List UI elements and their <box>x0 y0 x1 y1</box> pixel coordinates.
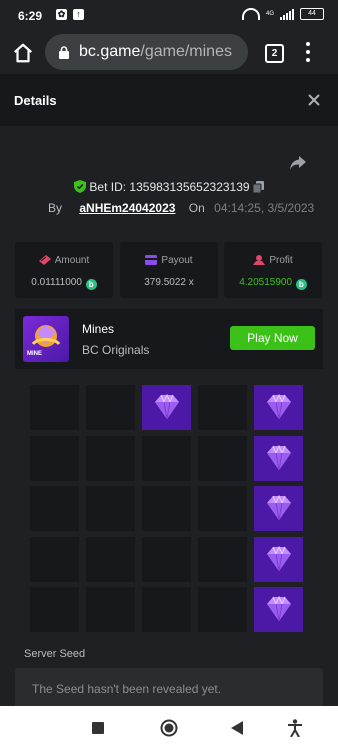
mine-tile <box>198 536 247 582</box>
mine-tile <box>86 587 135 632</box>
bet-id: Bet ID: 135983135652323139 <box>89 180 250 194</box>
mine-tile-gem <box>142 385 191 430</box>
amount-label-row: Amount <box>15 255 113 266</box>
amount-icon <box>38 255 51 265</box>
settings-notification-icon: ✿ <box>56 9 67 20</box>
mine-tile <box>142 486 191 531</box>
url-path: /game/mines <box>140 43 232 60</box>
network-type: 4G <box>265 11 274 17</box>
profit-value: 4.20515900 <box>239 277 293 288</box>
mine-tile <box>142 435 191 481</box>
diamond-icon <box>267 545 291 571</box>
bet-id-row: Bet ID: 135983135652323139 <box>0 180 338 194</box>
by-label: By <box>48 201 63 215</box>
tab-switcher-button[interactable]: 2 <box>265 44 284 63</box>
diamond-icon <box>155 393 179 420</box>
browser-menu-button[interactable] <box>304 42 312 62</box>
mine-tile <box>198 435 247 481</box>
coin-icon: b <box>295 279 307 290</box>
game-card: MINE Mines BC Originals Play Now <box>15 309 323 369</box>
mine-tile <box>30 435 79 481</box>
server-seed-text: The Seed hasn't been revealed yet. <box>32 682 222 696</box>
username-link[interactable]: aNHEm24042023 <box>79 201 175 215</box>
signal-icon <box>280 8 294 20</box>
copy-icon[interactable] <box>252 181 264 193</box>
url-host: bc.game <box>79 43 141 60</box>
mine-tile-gem <box>254 486 303 531</box>
status-bar: 6:29 ✿ ↑ 4G 44 <box>0 0 338 32</box>
amount-label: Amount <box>54 255 90 266</box>
upload-notification-icon: ↑ <box>73 9 84 20</box>
on-label: On <box>188 201 205 215</box>
mine-tile-gem <box>254 435 303 481</box>
game-thumbnail-text: MINE <box>27 351 42 357</box>
shield-icon <box>74 180 87 193</box>
amount-stat: Amount 0.01111000 b <box>15 242 113 298</box>
game-provider: BC Originals <box>82 343 150 357</box>
payout-icon <box>145 255 158 265</box>
mine-tile <box>30 536 79 582</box>
bet-author-row: By aNHEm24042023 On 04:14:25, 3/5/2023 <box>48 201 314 215</box>
address-bar[interactable]: bc.game/game/mines <box>45 34 248 70</box>
profit-icon <box>253 255 266 265</box>
server-seed-field[interactable]: The Seed hasn't been revealed yet. <box>15 668 323 708</box>
diamond-icon <box>267 494 291 521</box>
profit-value-row: 4.20515900 b <box>224 277 322 290</box>
profit-stat: Profit 4.20515900 b <box>224 242 322 298</box>
wifi-icon <box>241 8 260 20</box>
diamond-icon <box>267 444 291 470</box>
home-nav-icon[interactable] <box>160 719 178 737</box>
mine-tile <box>30 385 79 430</box>
payout-label: Payout <box>161 255 193 266</box>
panel-title: Details <box>14 93 57 108</box>
mines-board <box>30 385 306 632</box>
mine-tile <box>142 536 191 582</box>
mine-tile-gem <box>254 536 303 582</box>
coin-icon: b <box>85 279 97 290</box>
mine-tile <box>30 486 79 531</box>
status-time: 6:29 <box>18 9 43 23</box>
share-icon[interactable] <box>289 155 307 171</box>
mine-tile <box>30 587 79 632</box>
amount-value: 0.01111000 <box>31 277 82 288</box>
accessibility-icon[interactable] <box>288 719 302 737</box>
home-icon[interactable] <box>12 42 34 64</box>
game-thumbnail[interactable]: MINE <box>23 316 69 362</box>
battery-icon: 44 <box>300 8 324 20</box>
amount-value-row: 0.01111000 b <box>15 277 113 290</box>
profit-label: Profit <box>269 255 293 266</box>
mine-tile <box>86 536 135 582</box>
diamond-icon <box>267 393 291 420</box>
bet-datetime: 04:14:25, 3/5/2023 <box>214 201 315 215</box>
server-seed-label: Server Seed <box>24 648 86 660</box>
system-navigation-bar <box>0 706 338 750</box>
close-icon[interactable] <box>306 92 322 108</box>
game-name: Mines <box>82 322 115 336</box>
back-icon[interactable] <box>231 721 243 735</box>
payout-value: 379.5022 x <box>144 277 194 288</box>
play-now-button[interactable]: Play Now <box>230 326 315 350</box>
details-header: Details <box>0 74 338 126</box>
mine-tile-gem <box>254 587 303 632</box>
browser-toolbar: bc.game/game/mines 2 <box>0 32 338 74</box>
mine-tile <box>198 385 247 430</box>
mine-tile-gem <box>254 385 303 430</box>
payout-stat: Payout 379.5022 x <box>120 242 218 298</box>
diamond-icon <box>267 595 291 622</box>
lock-icon <box>59 45 69 59</box>
mine-tile <box>86 435 135 481</box>
recents-icon[interactable] <box>92 722 104 734</box>
profit-label-row: Profit <box>224 255 322 266</box>
mine-tile <box>86 486 135 531</box>
status-right-group: 4G 44 <box>241 8 324 20</box>
mine-tile <box>86 385 135 430</box>
mine-tile <box>198 486 247 531</box>
mine-tile <box>142 587 191 632</box>
status-notification-icons: ✿ ↑ <box>56 9 84 20</box>
mine-tile <box>198 587 247 632</box>
payout-label-row: Payout <box>120 255 218 266</box>
